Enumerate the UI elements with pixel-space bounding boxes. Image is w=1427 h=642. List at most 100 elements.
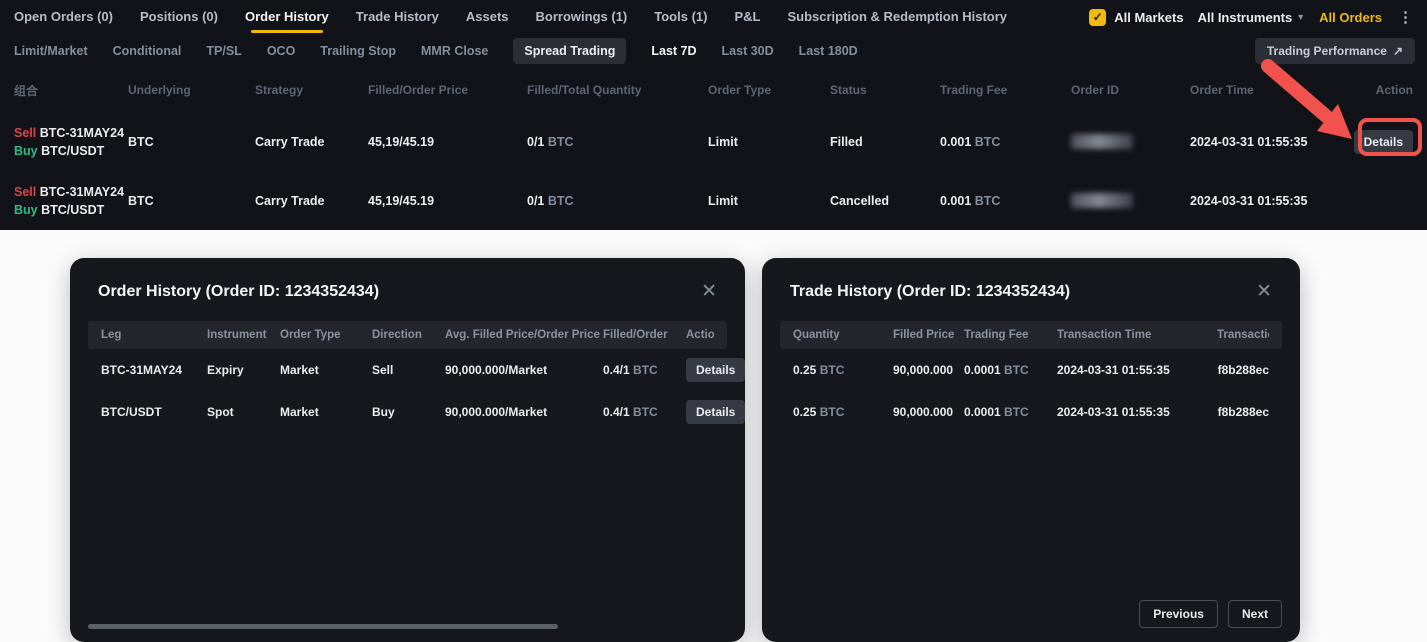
header-action: Action — [1323, 83, 1413, 97]
filled-order-price-cell: 45,19/45.19 — [368, 194, 527, 208]
qty-unit: BTC — [548, 194, 574, 208]
list-item: BTC/USDT Spot Market Buy 90,000.000/Mark… — [88, 391, 727, 433]
tab-borrowings[interactable]: Borrowings (1) — [536, 0, 628, 34]
orders-table-header: 组合 Underlying Strategy Filled/Order Pric… — [0, 68, 1427, 112]
previous-button[interactable]: Previous — [1139, 600, 1218, 628]
range-last-30d[interactable]: Last 30D — [722, 44, 774, 58]
tab-open-orders[interactable]: Open Orders (0) — [14, 0, 113, 34]
direction-cell: Sell — [372, 363, 445, 377]
qty-unit: BTC — [820, 363, 845, 377]
tab-pnl[interactable]: P&L — [734, 0, 760, 34]
leg-cell: BTC-31MAY24 — [101, 363, 207, 377]
range-last-180d[interactable]: Last 180D — [799, 44, 858, 58]
filled-price-cell: 90,000.000 — [893, 363, 964, 377]
direction-cell: Buy — [372, 405, 445, 419]
tab-order-history[interactable]: Order History — [245, 0, 329, 34]
screen: Open Orders (0) Positions (0) Order Hist… — [0, 0, 1427, 642]
close-icon[interactable]: ✕ — [697, 280, 721, 303]
next-button[interactable]: Next — [1228, 600, 1282, 628]
trading-performance-button[interactable]: Trading Performance ↗ — [1255, 38, 1415, 64]
tab-tools[interactable]: Tools (1) — [654, 0, 707, 34]
kebab-menu-icon[interactable]: ⋮ — [1396, 8, 1415, 26]
transaction-id-cell: f8b288ec — [1217, 363, 1269, 377]
qty-unit: BTC — [820, 405, 845, 419]
tab-subscription-redemption-history[interactable]: Subscription & Redemption History — [787, 0, 1007, 34]
details-button[interactable]: Details — [1354, 130, 1413, 154]
header-action: Action — [686, 329, 714, 341]
leg-cell: BTC/USDT — [101, 405, 207, 419]
header-order-id: Order ID — [1071, 83, 1190, 97]
order-id-redacted — [1071, 193, 1133, 208]
all-markets-filter[interactable]: ✓ All Markets — [1089, 9, 1183, 26]
subtab-conditional[interactable]: Conditional — [113, 44, 182, 58]
order-modal-table: Leg Instrument Order Type Direction Avg.… — [88, 321, 727, 433]
leg-side-sell: Sell — [14, 185, 36, 199]
all-instruments-dropdown[interactable]: All Instruments ▼ — [1198, 10, 1306, 25]
list-item: 0.25 BTC 90,000.000 0.0001 BTC 2024-03-3… — [780, 391, 1282, 433]
header-instrument: Instrument — [207, 329, 280, 341]
table-filters: ✓ All Markets All Instruments ▼ All Orde… — [1089, 8, 1415, 26]
order-modal-table-header: Leg Instrument Order Type Direction Avg.… — [88, 321, 727, 349]
header-filled-total-quantity: Filled/Total Quantity — [527, 83, 708, 97]
primary-tab-bar: Open Orders (0) Positions (0) Order Hist… — [0, 0, 1427, 34]
subtab-spread-trading[interactable]: Spread Trading — [513, 38, 626, 64]
qty-unit: BTC — [633, 405, 658, 419]
order-type-tabs: Limit/Market Conditional TP/SL OCO Trail… — [14, 38, 858, 64]
header-strategy: Strategy — [255, 83, 368, 97]
transaction-id-cell: f8b288ec — [1217, 405, 1269, 419]
leg-instrument: BTC/USDT — [41, 144, 104, 158]
all-markets-checkbox[interactable]: ✓ — [1089, 9, 1106, 26]
filled-price-cell: 90,000.000 — [893, 405, 964, 419]
tab-positions[interactable]: Positions (0) — [140, 0, 218, 34]
order-time-cell: 2024-03-31 01:55:35 — [1190, 194, 1323, 208]
subtab-limit-market[interactable]: Limit/Market — [14, 44, 88, 58]
trade-modal-title: Trade History (Order ID: 1234352434) — [790, 283, 1070, 301]
order-type-cell: Market — [280, 405, 372, 419]
subtab-mmr-close[interactable]: MMR Close — [421, 44, 488, 58]
trading-fee-cell: 0.001 BTC — [940, 194, 1071, 208]
pagination: Previous Next — [1139, 600, 1282, 628]
combo-cell: Sell BTC-31MAY24 Buy BTC/USDT — [14, 124, 128, 160]
leg-side-sell: Sell — [14, 126, 36, 140]
trading-fee-cell: 0.0001 BTC — [964, 405, 1057, 419]
trade-modal-table: Quantity Filled Price Trading Fee Transa… — [780, 321, 1282, 433]
all-orders-link[interactable]: All Orders — [1319, 10, 1382, 25]
qty-unit: BTC — [633, 363, 658, 377]
strategy-cell: Carry Trade — [255, 194, 368, 208]
instrument-cell: Spot — [207, 405, 280, 419]
range-last-7d[interactable]: Last 7D — [651, 44, 696, 58]
tab-assets[interactable]: Assets — [466, 0, 509, 34]
close-icon[interactable]: ✕ — [1252, 280, 1276, 303]
filled-total-qty-cell: 0/1 BTC — [527, 135, 708, 149]
tab-trade-history[interactable]: Trade History — [356, 0, 439, 34]
action-cell: Details — [686, 358, 745, 382]
horizontal-scrollbar[interactable] — [88, 624, 558, 629]
all-instruments-label: All Instruments — [1198, 10, 1293, 25]
filled-order-cell: 0.4/1 BTC — [603, 405, 686, 419]
filled-order-cell: 0.4/1 BTC — [603, 363, 686, 377]
combo-cell: Sell BTC-31MAY24 Buy BTC/USDT — [14, 183, 128, 219]
order-id-redacted — [1071, 134, 1133, 149]
subtab-trailing-stop[interactable]: Trailing Stop — [320, 44, 396, 58]
details-button[interactable]: Details — [686, 400, 745, 424]
leg-side-buy: Buy — [14, 144, 38, 158]
header-order-type: Order Type — [708, 83, 830, 97]
list-item: BTC-31MAY24 Expiry Market Sell 90,000.00… — [88, 349, 727, 391]
header-filled-price: Filled Price — [893, 329, 964, 341]
subtab-tpsl[interactable]: TP/SL — [206, 44, 241, 58]
underlying-cell: BTC — [128, 135, 255, 149]
header-trading-fee: Trading Fee — [940, 83, 1071, 97]
details-button[interactable]: Details — [686, 358, 745, 382]
transaction-time-cell: 2024-03-31 01:55:35 — [1057, 405, 1217, 419]
trading-performance-label: Trading Performance — [1267, 44, 1387, 58]
order-type-cell: Limit — [708, 135, 830, 149]
avg-price-cell: 90,000.000/Market — [445, 405, 603, 419]
check-icon: ✓ — [1093, 10, 1103, 24]
header-leg: Leg — [101, 329, 207, 341]
subtab-oco[interactable]: OCO — [267, 44, 295, 58]
header-avg-filled-price: Avg. Filled Price/Order Price — [445, 329, 603, 341]
order-id-cell — [1071, 193, 1190, 208]
trade-modal-table-header: Quantity Filled Price Trading Fee Transa… — [780, 321, 1282, 349]
underlying-cell: BTC — [128, 194, 255, 208]
leg-instrument: BTC-31MAY24 — [40, 126, 124, 140]
